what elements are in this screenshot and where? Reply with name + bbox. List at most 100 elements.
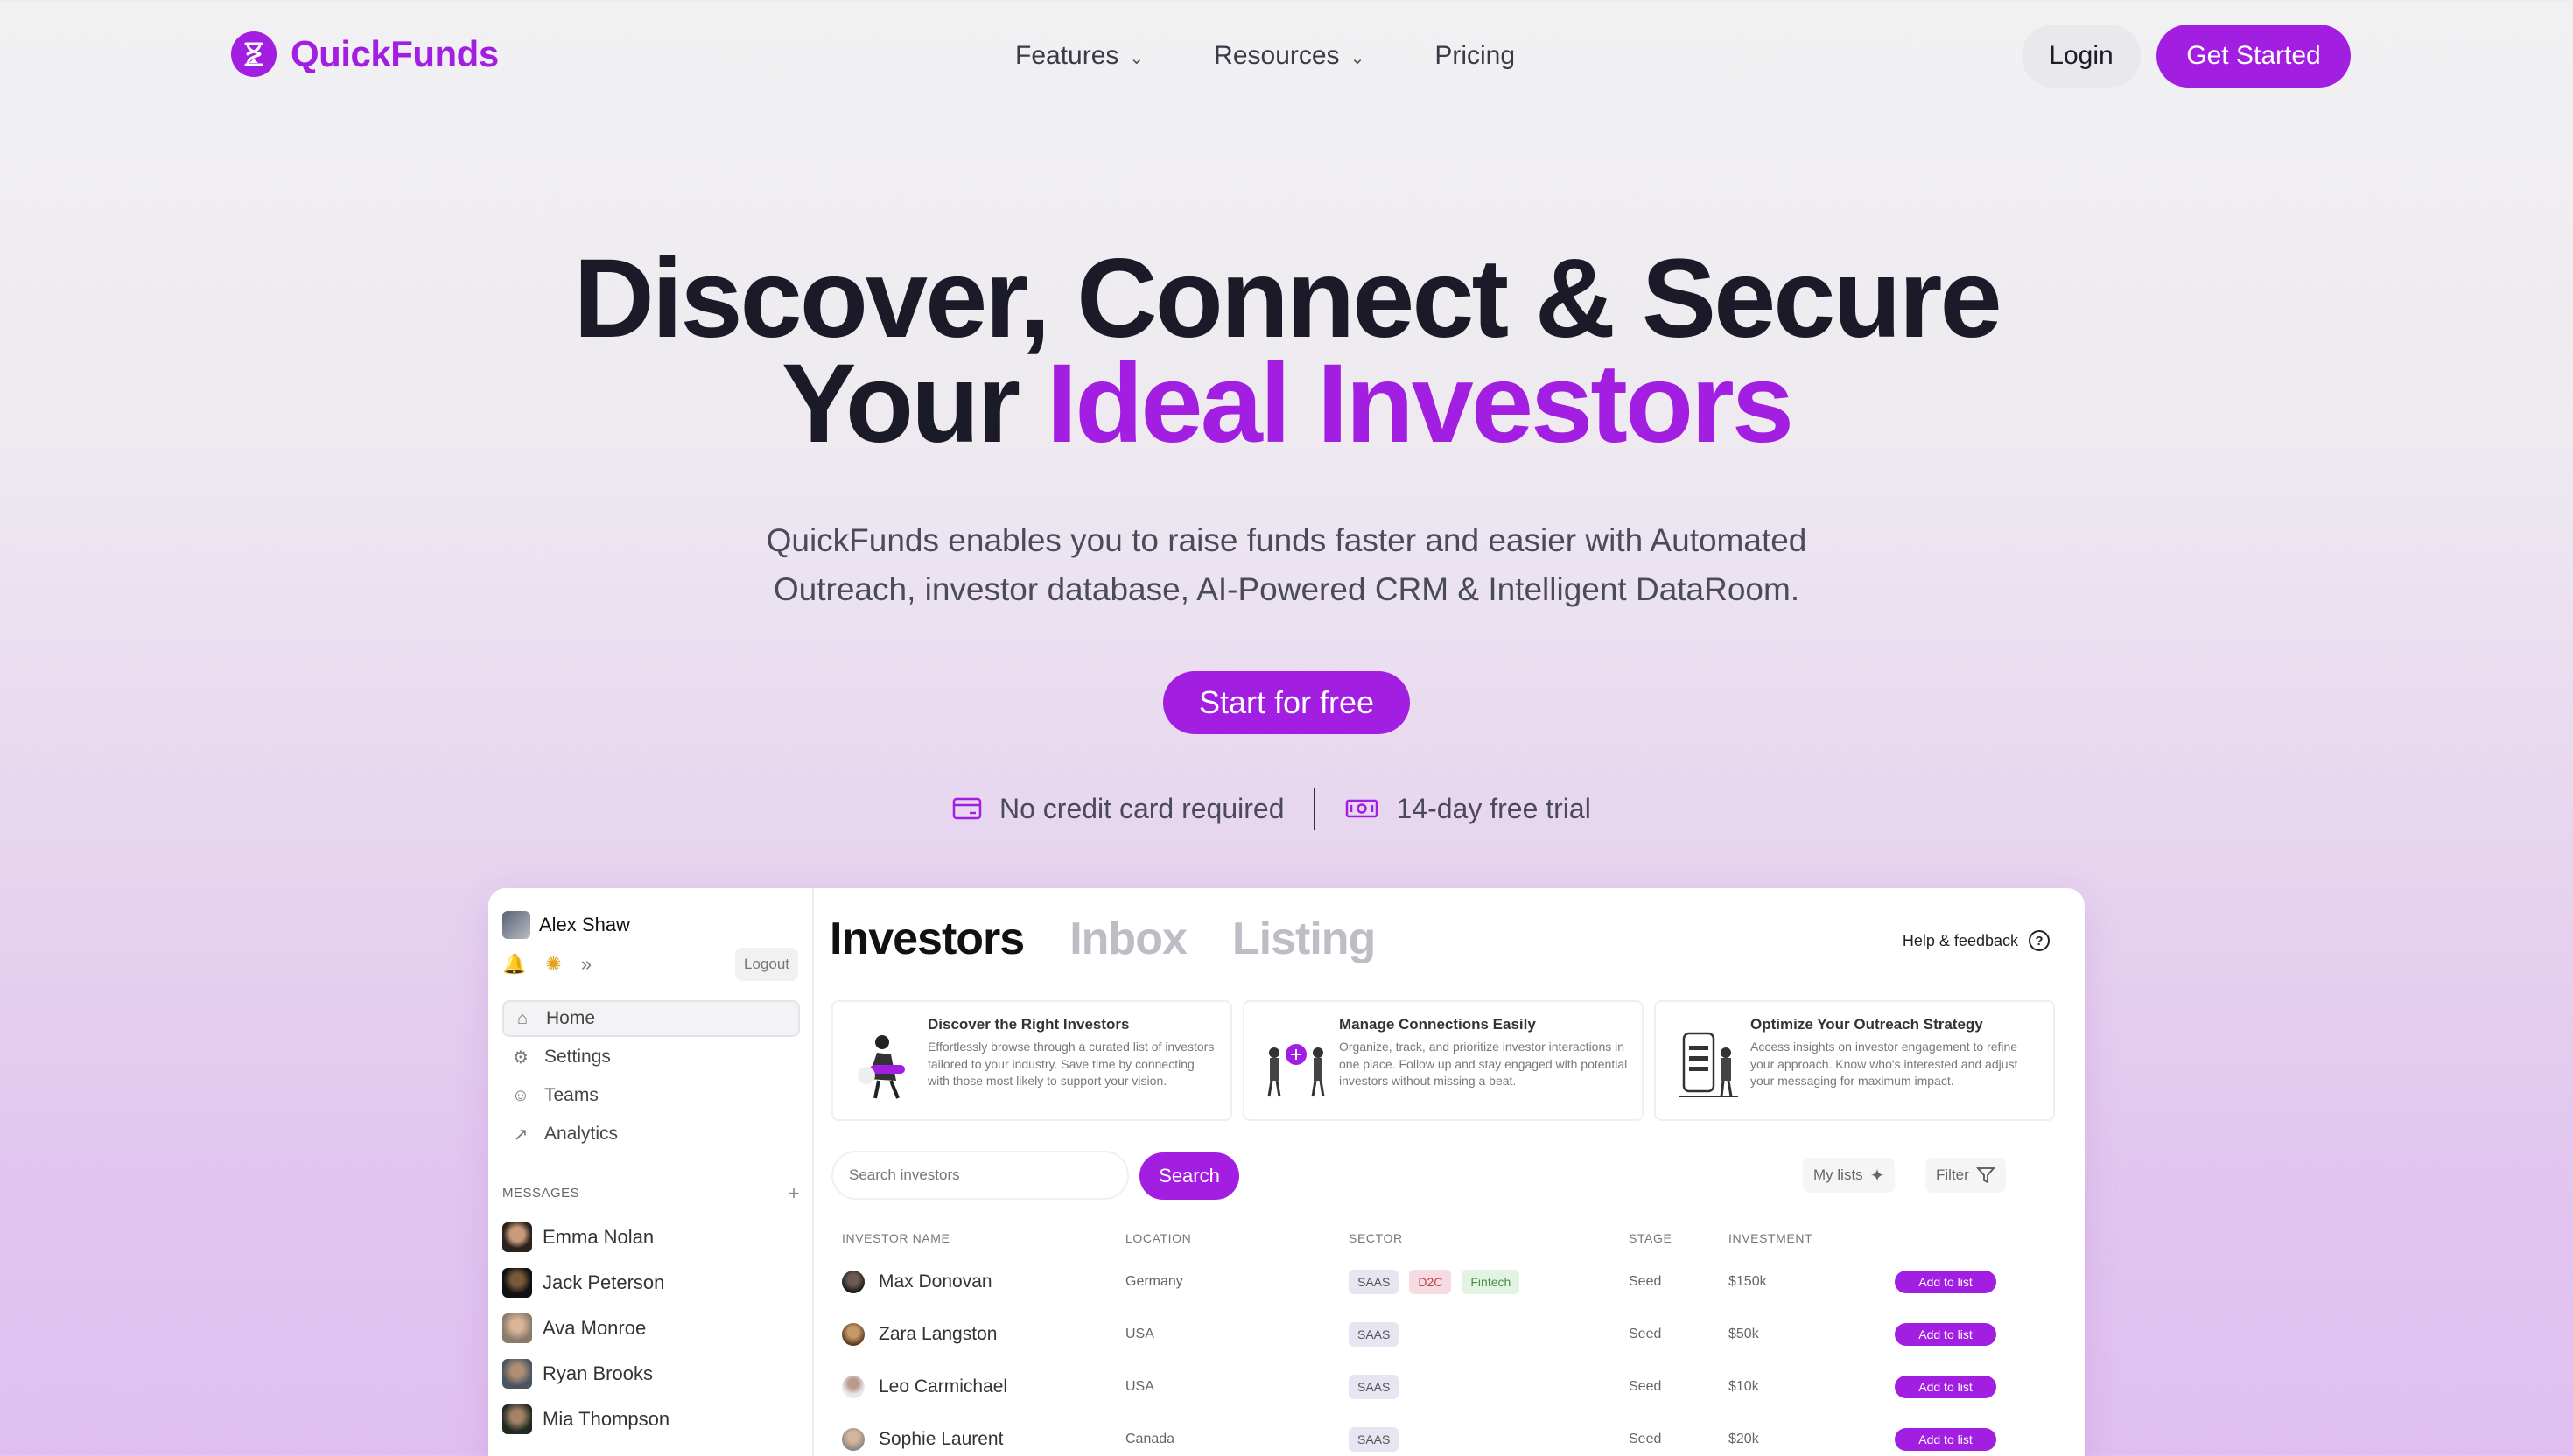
tab-listing[interactable]: Listing [1232,913,1376,965]
perk-no-card: No credit card required [952,793,1284,825]
app-preview: Alex Shaw 🔔 ✺ » Logout ⌂ Home ⚙ Settings… [488,888,2085,1456]
sector-tag: D2C [1409,1270,1452,1294]
stage-cell: Seed [1629,1379,1662,1394]
avatar [502,911,530,939]
home-icon: ⌂ [516,1008,529,1028]
brand-logo[interactable]: QuickFunds [231,32,499,77]
filter-icon [1975,1167,1995,1184]
plus-icon[interactable]: + [789,1182,800,1205]
list-item[interactable]: Ryan Brooks [502,1351,670,1396]
list-item[interactable]: Emma Nolan [502,1214,670,1260]
start-for-free-button[interactable]: Start for free [1163,671,1410,734]
connections-illustration-icon [1267,1044,1325,1097]
action-cell: Add to list [1895,1270,2000,1293]
card-title: Discover the Right Investors [928,1016,1130,1032]
sector-cell: SAAS [1349,1375,1629,1399]
tab-investors[interactable]: Investors [830,913,1025,965]
table-row[interactable]: Leo Carmichael USA SAAS Seed $10k Add to… [828,1361,2053,1413]
money-icon [1346,799,1378,818]
card-description: Access insights on investor engagement t… [1750,1040,2018,1088]
list-item[interactable]: Jack Peterson [502,1260,670,1306]
nav-resources-label: Resources [1214,41,1340,70]
users-icon: ☺ [511,1085,530,1105]
action-cell: Add to list [1895,1428,2000,1451]
investor-name: Max Donovan [879,1271,992,1292]
column-header[interactable]: LOCATION [1125,1231,1349,1245]
avatar [502,1222,532,1252]
list-item[interactable]: Mia Thompson [502,1396,670,1442]
feature-card-manage: Manage Connections Easily Organize, trac… [1243,1000,1644,1121]
app-sidebar: Alex Shaw 🔔 ✺ » Logout ⌂ Home ⚙ Settings… [488,888,814,1456]
perk-trial-label: 14-day free trial [1396,792,1591,824]
tab-inbox[interactable]: Inbox [1069,913,1188,965]
table-header: INVESTOR NAME LOCATION SECTOR STAGE INVE… [828,1221,2053,1256]
avatar [842,1428,865,1451]
card-description: Organize, track, and prioritize investor… [1339,1040,1628,1088]
nav-resources[interactable]: Resources ⌄ [1188,24,1391,88]
location-cell: USA [1125,1326,1154,1341]
message-sender: Jack Peterson [543,1271,665,1293]
investor-illustration-icon [858,1035,905,1099]
investment-cell: $50k [1728,1326,1759,1341]
get-started-button[interactable]: Get Started [2156,24,2351,88]
sidebar-nav: ⌂ Home ⚙ Settings ☺ Teams ↗ Analytics [502,1000,800,1154]
column-header[interactable]: INVESTOR NAME [828,1231,1125,1245]
nav-pricing-label: Pricing [1434,41,1516,70]
sector-cell: SAAS [1349,1427,1629,1452]
hero-title-line2: Your Ideal Investors [0,348,2573,460]
expand-icon[interactable]: » [581,953,592,976]
sparkle-icon: ✦ [1869,1166,1885,1186]
perk-trial: 14-day free trial [1345,792,1591,825]
location-cell: Canada [1125,1432,1175,1446]
my-lists-label: My lists [1813,1166,1863,1183]
hero-title-plain: Your [782,341,1047,466]
add-to-list-button[interactable]: Add to list [1895,1428,1996,1451]
nav-features[interactable]: Features ⌄ [989,24,1170,88]
nav-features-label: Features [1015,41,1119,70]
sidebar-item-analytics[interactable]: ↗ Analytics [502,1116,800,1152]
add-to-list-button[interactable]: Add to list [1895,1270,1996,1293]
login-button[interactable]: Login [2022,24,2141,88]
investor-cell: Leo Carmichael [828,1376,1125,1398]
investor-cell: Sophie Laurent [828,1428,1125,1451]
app-tabs: Investors Inbox Listing [830,913,1376,965]
credit-card-icon [952,797,982,820]
investment-cell: $10k [1728,1379,1759,1394]
list-item[interactable]: Ava Monroe [502,1306,670,1351]
sidebar-item-teams[interactable]: ☺ Teams [502,1077,800,1114]
brand-name: QuickFunds [291,33,499,74]
messages-list: Emma Nolan Jack Peterson Ava Monroe Ryan… [502,1214,670,1442]
sidebar-item-home[interactable]: ⌂ Home [502,1000,800,1037]
sector-tag: Fintech [1462,1270,1520,1294]
avatar [842,1323,865,1346]
sector-tag: SAAS [1349,1270,1399,1294]
user-profile[interactable]: Alex Shaw [502,911,630,939]
table-row[interactable]: Max Donovan Germany SAAS D2C Fintech See… [828,1256,2053,1308]
chart-icon: ↗ [513,1124,529,1144]
sidebar-item-settings[interactable]: ⚙ Settings [502,1039,800,1075]
nav-pricing[interactable]: Pricing [1408,24,1541,88]
bell-icon[interactable]: 🔔 [502,953,526,976]
sector-tag: SAAS [1349,1427,1399,1452]
filter-button[interactable]: Filter [1925,1158,2006,1193]
status-spinner-icon[interactable]: ✺ [545,953,561,976]
logout-button[interactable]: Logout [735,948,798,981]
column-header[interactable]: STAGE [1629,1231,1728,1245]
sector-cell: SAAS D2C Fintech [1349,1270,1629,1294]
add-to-list-button[interactable]: Add to list [1895,1376,1996,1398]
table-row[interactable]: Zara Langston USA SAAS Seed $50k Add to … [828,1308,2053,1361]
sidebar-toolbar: 🔔 ✺ » [502,953,592,976]
my-lists-button[interactable]: My lists ✦ [1803,1158,1896,1193]
add-to-list-button[interactable]: Add to list [1895,1323,1996,1346]
column-header[interactable]: SECTOR [1349,1231,1629,1245]
search-button[interactable]: Search [1139,1152,1239,1200]
table-row[interactable]: Sophie Laurent Canada SAAS Seed $20k Add… [828,1413,2053,1456]
column-header[interactable]: INVESTMENT [1728,1231,1895,1245]
help-feedback-link[interactable]: Help & feedback ? [1903,930,2050,951]
messages-title: MESSAGES [502,1186,580,1200]
search-input[interactable] [831,1151,1129,1200]
filter-label: Filter [1936,1166,1969,1183]
perk-no-card-label: No credit card required [999,792,1285,824]
card-title: Manage Connections Easily [1339,1016,1536,1032]
investor-cell: Zara Langston [828,1323,1125,1346]
